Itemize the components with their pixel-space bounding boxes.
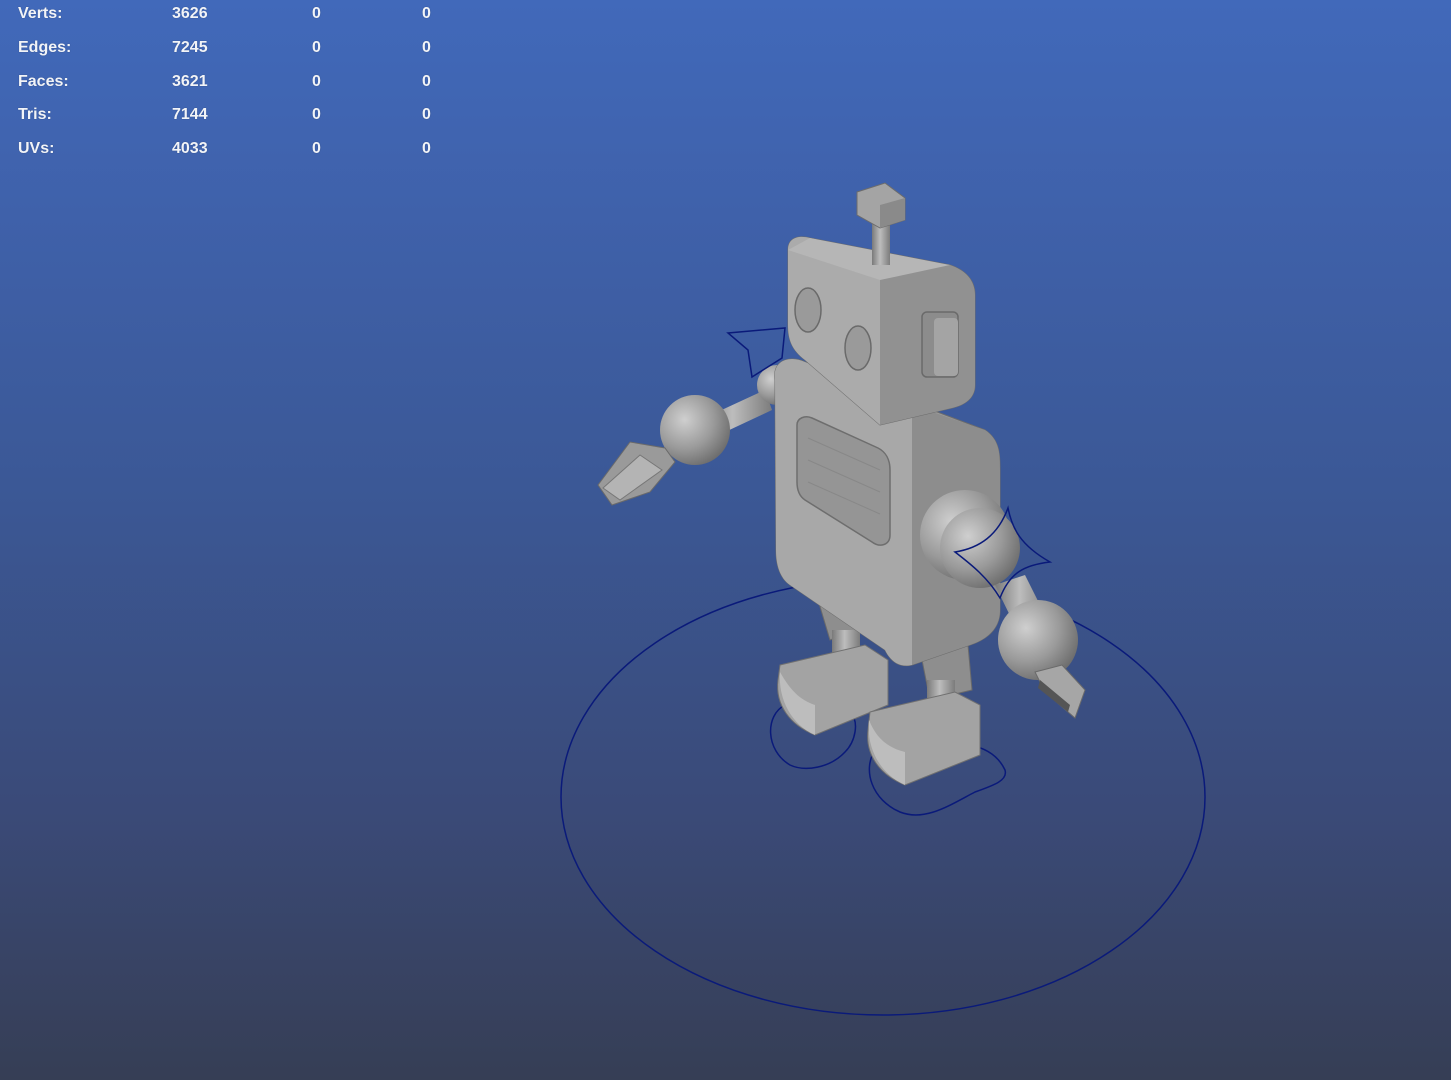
robot-scene[interactable]: [0, 0, 1451, 1080]
left-arm[interactable]: [597, 365, 797, 506]
3d-viewport[interactable]: Verts: 3626 0 0 Edges: 7245 0 0 Faces: 3…: [0, 0, 1451, 1080]
